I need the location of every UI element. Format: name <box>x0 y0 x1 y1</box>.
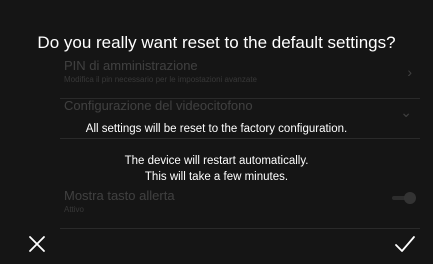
dialog-message-line1: All settings will be reset to the factor… <box>85 123 348 135</box>
list-item-subtitle: Attivo <box>64 205 85 214</box>
chevron-right-icon: › <box>407 64 412 80</box>
list-item-subtitle: Modifica il pin necessario per le impost… <box>64 75 257 84</box>
cancel-button[interactable] <box>25 232 49 256</box>
alert-toggle <box>392 192 416 204</box>
checkmark-icon <box>395 236 415 252</box>
list-item-title: Configurazione del videocitofono <box>64 98 253 113</box>
dialog-title: Do you really want reset to the default … <box>37 33 396 52</box>
list-item-alert-button: Mostra tasto allerta Attivo <box>60 188 420 229</box>
list-item-title: PIN di amministrazione <box>64 58 198 73</box>
reset-confirm-screen: PIN di amministrazione Modifica il pin n… <box>0 0 433 264</box>
dialog-message-line2: The device will restart automatically. <box>124 155 309 167</box>
list-item-admin-pin: PIN di amministrazione Modifica il pin n… <box>60 58 420 99</box>
chevron-down-icon: ⌄ <box>400 104 412 120</box>
dialog-message-line3: This will take a few minutes. <box>144 171 289 183</box>
close-icon <box>29 236 45 252</box>
confirm-button[interactable] <box>393 232 417 256</box>
list-item-title: Mostra tasto allerta <box>64 188 175 203</box>
